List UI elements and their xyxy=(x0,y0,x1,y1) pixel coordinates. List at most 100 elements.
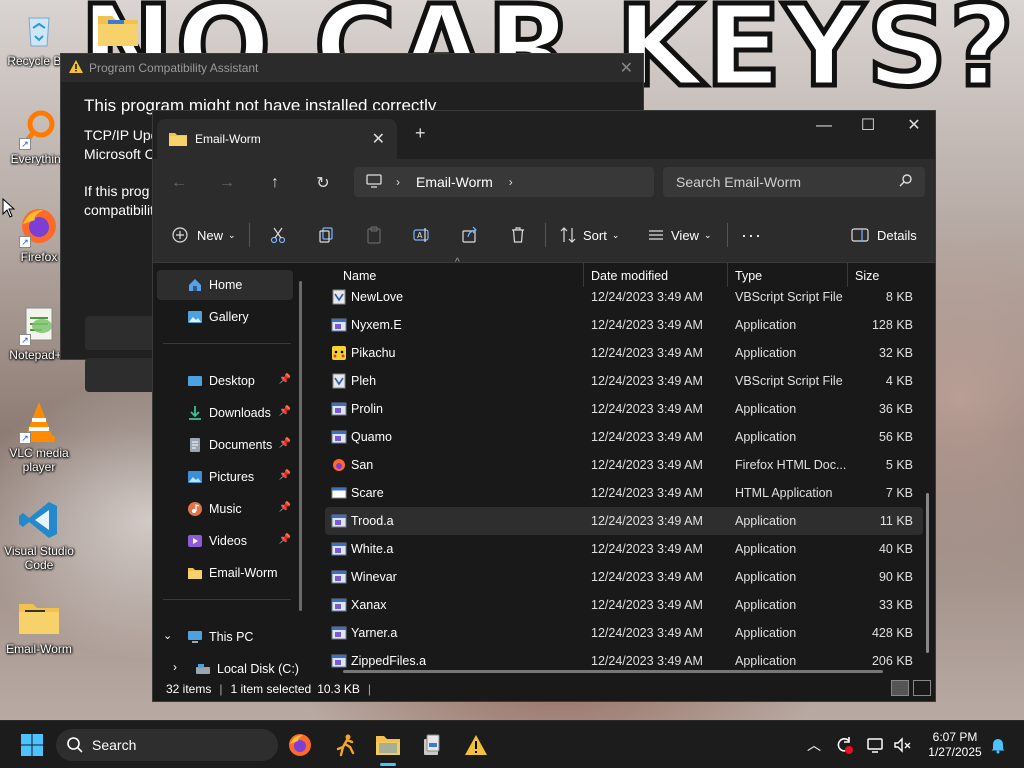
column-header-name[interactable]: Name xyxy=(343,269,376,283)
pin-icon[interactable]: 📌 xyxy=(279,470,291,481)
view-button[interactable]: View ⌄ xyxy=(647,221,712,249)
file-type: VBScript Script File xyxy=(735,290,843,304)
breadcrumb-email-worm[interactable]: Email-Worm xyxy=(416,174,493,190)
taskbar-installer[interactable] xyxy=(418,731,446,759)
file-row[interactable]: White.a 12/24/2023 3:49 AM Application 40 K… xyxy=(325,535,923,563)
delete-button[interactable] xyxy=(509,221,527,249)
file-row[interactable]: Nyxem.E 12/24/2023 3:49 AM Application 128 … xyxy=(325,311,923,339)
sidebar-item-email-worm[interactable]: Email-Worm xyxy=(157,558,293,588)
sidebar-item-downloads[interactable]: Downloads 📌 xyxy=(157,398,293,428)
sidebar-item-music[interactable]: Music 📌 xyxy=(157,494,293,524)
file-date-modified: 12/24/2023 3:49 AM xyxy=(591,318,703,332)
details-view-button[interactable] xyxy=(891,680,909,696)
file-row[interactable]: Xanax 12/24/2023 3:49 AM Application 33 KB xyxy=(325,591,923,619)
tiles-view-button[interactable] xyxy=(913,680,931,696)
taskbar-firefox[interactable] xyxy=(286,731,314,759)
more-options-icon[interactable]: ··· xyxy=(741,221,762,249)
sidebar-item-label: Pictures xyxy=(209,470,255,484)
desktop-icon-vscode[interactable]: Visual Studio Code xyxy=(0,498,78,572)
dialog-option-button[interactable] xyxy=(85,358,155,392)
tab-email-worm[interactable]: Email-Worm ✕ xyxy=(157,119,397,159)
taskbar-app[interactable] xyxy=(332,731,360,759)
network-icon[interactable] xyxy=(862,731,890,759)
dialog-option-button[interactable] xyxy=(85,316,155,350)
file-row[interactable]: San 12/24/2023 3:49 AM Firefox HTML Doc...… xyxy=(325,451,923,479)
sidebar-item-label: Email-Worm xyxy=(209,566,278,580)
vbs-icon xyxy=(331,289,347,305)
chevron-up-icon[interactable]: ︿ xyxy=(800,731,828,759)
dialog-text-line: TCP/IP Upd xyxy=(84,127,159,143)
desktop-icon-vlc[interactable]: ↗ VLC media player xyxy=(0,400,78,474)
pin-icon[interactable]: 📌 xyxy=(279,438,291,449)
new-button[interactable]: New ⌄ xyxy=(171,221,236,249)
volume-muted-icon[interactable] xyxy=(888,731,916,759)
share-button[interactable] xyxy=(461,221,479,249)
chevron-right-icon[interactable]: › xyxy=(509,175,513,189)
horizontal-scrollbar[interactable] xyxy=(343,670,883,673)
file-type: Application xyxy=(735,430,797,444)
file-row[interactable]: Scare 12/24/2023 3:49 AM HTML Application 7… xyxy=(325,479,923,507)
close-window-button[interactable]: ✕ xyxy=(891,115,937,143)
vertical-scrollbar[interactable] xyxy=(926,493,929,653)
file-row[interactable]: Pikachu 12/24/2023 3:49 AM Application 32 K… xyxy=(325,339,923,367)
cut-button[interactable] xyxy=(269,221,287,249)
file-row[interactable]: Yarner.a 12/24/2023 3:49 AM Application 428… xyxy=(325,619,923,647)
sidebar-item-this-pc[interactable]: ⌄ This PC xyxy=(157,622,293,652)
file-row[interactable]: Prolin 12/24/2023 3:49 AM Application 36 KB xyxy=(325,395,923,423)
pin-icon[interactable]: 📌 xyxy=(279,374,291,385)
details-button[interactable]: Details xyxy=(851,221,917,249)
pin-icon[interactable]: 📌 xyxy=(279,534,291,545)
notification-bell-icon[interactable] xyxy=(984,731,1012,759)
column-header-date[interactable]: Date modified xyxy=(591,269,668,283)
file-row[interactable]: Quamo 12/24/2023 3:49 AM Application 56 KB xyxy=(325,423,923,451)
close-icon[interactable]: ✕ xyxy=(620,58,633,78)
file-row[interactable]: Trood.a 12/24/2023 3:49 AM Application 11 K… xyxy=(325,507,923,535)
desktop-icon-email-worm[interactable]: Email-Worm xyxy=(0,596,78,656)
svg-text:A: A xyxy=(417,231,423,240)
search-icon xyxy=(899,173,913,190)
sidebar-item-gallery[interactable]: Gallery xyxy=(157,302,293,332)
taskbar-warning[interactable] xyxy=(462,731,490,759)
sidebar-item-videos[interactable]: Videos 📌 xyxy=(157,526,293,556)
back-button[interactable]: ← xyxy=(167,171,191,195)
maximize-button[interactable]: ☐ xyxy=(845,115,891,143)
sync-icon[interactable] xyxy=(830,731,858,759)
sidebar-item-documents[interactable]: Documents 📌 xyxy=(157,430,293,460)
file-date-modified: 12/24/2023 3:49 AM xyxy=(591,626,703,640)
sidebar-item-pictures[interactable]: Pictures 📌 xyxy=(157,462,293,492)
clock-time: 6:07 PM xyxy=(932,730,978,744)
taskbar-search[interactable]: Search xyxy=(56,729,278,761)
paste-button[interactable] xyxy=(365,221,383,249)
taskbar-file-explorer[interactable] xyxy=(374,731,402,759)
folder-icon xyxy=(169,133,187,146)
sort-button[interactable]: Sort ⌄ xyxy=(559,221,619,249)
rename-button[interactable]: A xyxy=(413,221,431,249)
up-button[interactable]: ↑ xyxy=(263,171,287,195)
column-header-size[interactable]: Size xyxy=(855,269,879,283)
file-row[interactable]: Winevar 12/24/2023 3:49 AM Application 90 K… xyxy=(325,563,923,591)
dialog-titlebar: Program Compatibility Assistant xyxy=(61,54,643,82)
chevron-down-icon[interactable]: ⌄ xyxy=(163,629,172,642)
start-button[interactable] xyxy=(18,731,46,759)
pin-icon[interactable]: 📌 xyxy=(279,502,291,513)
minimize-button[interactable]: — xyxy=(801,115,847,143)
file-type: Application xyxy=(735,570,797,584)
new-tab-button[interactable]: + xyxy=(415,123,426,144)
sidebar-scrollbar[interactable] xyxy=(299,281,302,611)
close-tab-icon[interactable]: ✕ xyxy=(372,129,385,149)
dialog-text-line: compatibilit xyxy=(84,202,155,218)
pin-icon[interactable]: 📌 xyxy=(279,406,291,417)
refresh-button[interactable]: ↻ xyxy=(311,171,335,195)
address-bar[interactable]: › Email-Worm › xyxy=(354,167,654,197)
sidebar-item-desktop[interactable]: Desktop 📌 xyxy=(157,366,293,396)
search-input[interactable]: Search Email-Worm xyxy=(663,167,925,197)
copy-button[interactable] xyxy=(317,221,335,249)
forward-button[interactable]: → xyxy=(215,171,239,195)
chevron-right-icon[interactable]: › xyxy=(173,660,177,674)
sidebar-item-home[interactable]: Home xyxy=(157,270,293,300)
file-row[interactable]: Pleh 12/24/2023 3:49 AM VBScript Script Fi… xyxy=(325,367,923,395)
file-name: ZippedFiles.a xyxy=(351,654,427,668)
column-header-type[interactable]: Type xyxy=(735,269,762,283)
file-row[interactable]: NewLove 12/24/2023 3:49 AM VBScript Script… xyxy=(325,283,923,311)
system-clock[interactable]: 6:07 PM 1/27/2025 xyxy=(920,730,990,760)
